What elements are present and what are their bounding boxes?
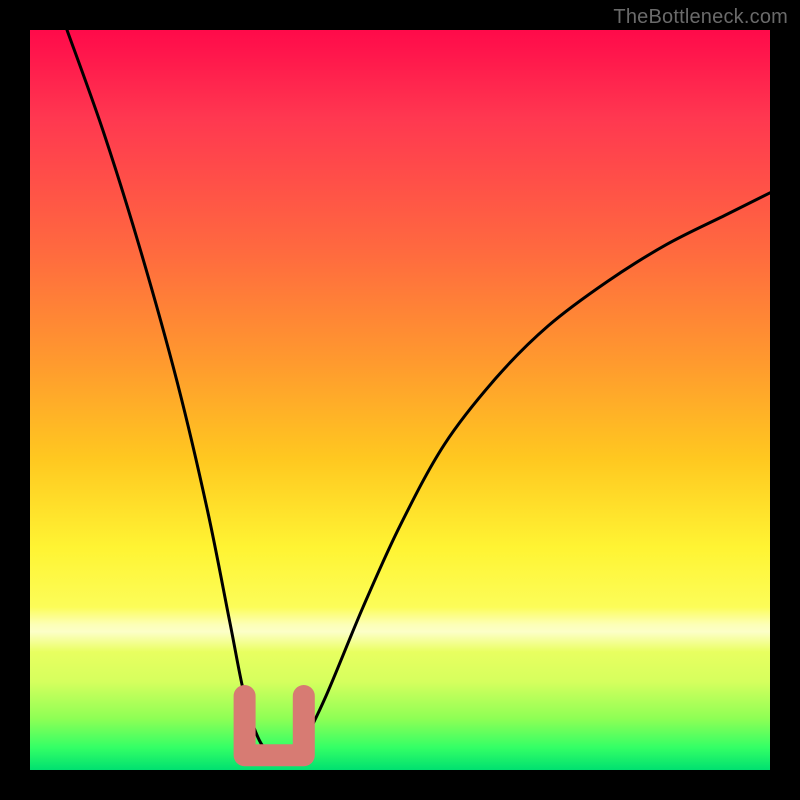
curve-layer [30, 30, 770, 770]
chart-frame: TheBottleneck.com [0, 0, 800, 800]
watermark-text: TheBottleneck.com [613, 6, 788, 29]
marker-u-bracket [245, 696, 304, 755]
plot-area [30, 30, 770, 770]
bottleneck-curve [67, 30, 770, 757]
